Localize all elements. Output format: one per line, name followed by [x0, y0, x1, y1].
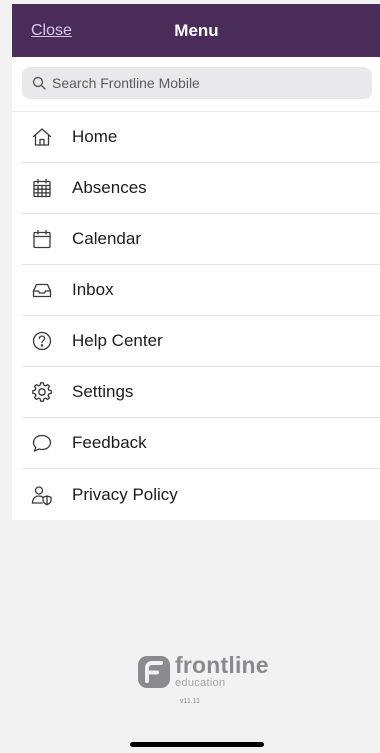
brand-sub: education	[175, 677, 226, 689]
frontline-logo-icon	[138, 655, 170, 688]
home-icon	[31, 126, 53, 148]
menu-item-label: Help Center	[72, 331, 163, 350]
close-button[interactable]: Close	[31, 22, 72, 40]
user-shield-icon	[31, 484, 53, 506]
calendar-grid-icon	[31, 177, 53, 199]
chat-bubble-icon	[31, 432, 53, 454]
menu-screen: Close Menu Home	[0, 0, 380, 753]
menu-item-label: Inbox	[72, 280, 114, 299]
menu-item-home[interactable]: Home	[22, 112, 380, 163]
menu-list: Home Absences Calendar Inbox Help Center…	[12, 112, 380, 520]
menu-item-label: Absences	[72, 178, 147, 197]
menu-item-label: Feedback	[72, 433, 147, 452]
menu-item-settings[interactable]: Settings	[22, 367, 380, 418]
menu-item-inbox[interactable]: Inbox	[22, 265, 380, 316]
menu-item-label: Settings	[72, 382, 134, 401]
gear-icon	[31, 381, 53, 403]
menu-item-feedback[interactable]: Feedback	[22, 418, 380, 469]
home-indicator[interactable]	[130, 742, 264, 747]
calendar-icon	[31, 228, 53, 250]
brand-word: frontline	[175, 652, 269, 678]
app-version: v11.11	[180, 698, 200, 705]
menu-panel: Home Absences	[12, 57, 380, 520]
inbox-icon	[31, 279, 53, 301]
menu-item-privacy-policy[interactable]: Privacy Policy	[22, 469, 380, 520]
help-circle-icon	[31, 330, 53, 352]
menu-item-absences[interactable]: Absences	[22, 163, 380, 214]
menu-item-label: Privacy Policy	[72, 484, 178, 504]
menu-item-label: Calendar	[72, 229, 141, 248]
search-icon	[32, 76, 46, 90]
logo-text: frontline education	[175, 654, 269, 689]
menu-item-calendar[interactable]: Calendar	[22, 214, 380, 265]
menu-item-label: Home	[72, 127, 118, 146]
search-bar[interactable]	[22, 67, 372, 99]
menu-header: Close Menu	[12, 4, 380, 57]
menu-item-help-center[interactable]: Help Center	[22, 316, 380, 367]
frontline-logo: frontline education	[137, 654, 269, 689]
search-input[interactable]	[52, 75, 362, 91]
